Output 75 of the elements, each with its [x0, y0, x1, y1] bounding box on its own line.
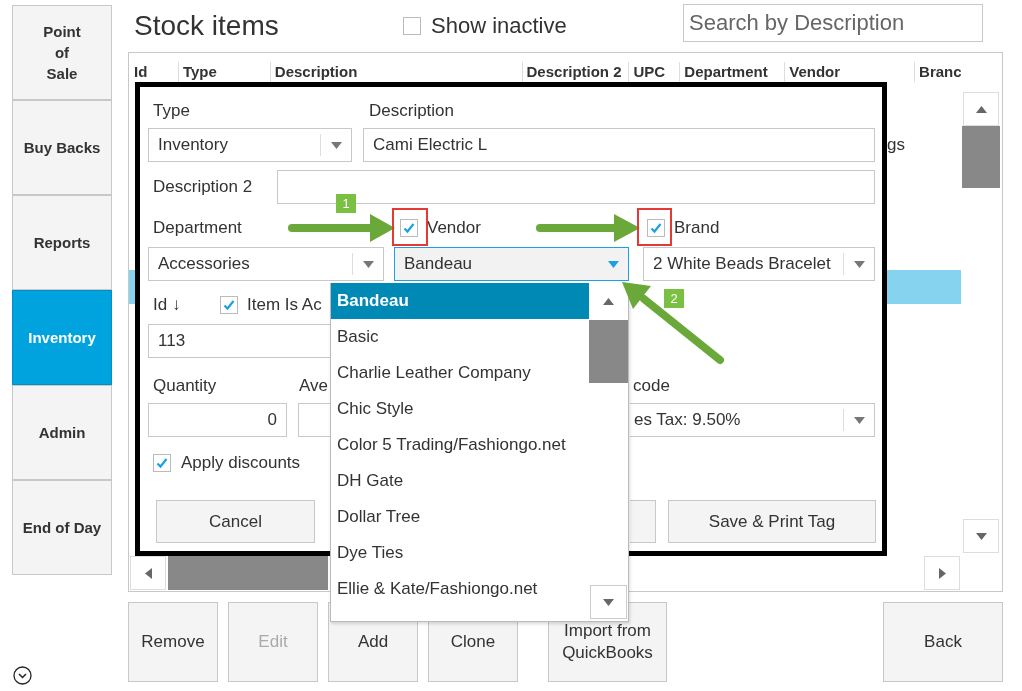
text-field[interactable]: 0 — [148, 403, 287, 437]
action-button[interactable]: Back — [883, 602, 1003, 682]
checkbox-label: Item Is Ac — [247, 295, 322, 315]
column-header[interactable]: Branc — [914, 62, 961, 82]
table-cell: gs — [887, 135, 905, 155]
scrollbar-thumb[interactable] — [589, 320, 628, 383]
save-print-button[interactable]: Save & Print Tag — [668, 500, 876, 543]
dropdown-option[interactable]: Dollar Tree — [331, 499, 589, 535]
dropdown-option[interactable]: Bandeau — [331, 283, 589, 319]
chevron-down-icon[interactable] — [13, 666, 32, 685]
field-label: Quantity — [152, 376, 218, 396]
scroll-down-button[interactable] — [963, 519, 999, 553]
field-label: Id ↓ — [152, 295, 182, 315]
field-label: Description — [368, 101, 455, 121]
step-badge: 2 — [664, 289, 684, 308]
dropdown-field[interactable]: 2 White Beads Bracelet — [643, 247, 875, 281]
nav-button[interactable]: Point of Sale — [12, 5, 112, 100]
caret-right-icon — [938, 567, 946, 579]
search-field[interactable]: Search by Description — [683, 4, 983, 42]
scroll-right-button[interactable] — [924, 556, 960, 590]
text-field[interactable]: 113 — [148, 324, 330, 358]
step-badge: 1 — [336, 194, 356, 213]
checkbox-label: Vendor — [427, 218, 481, 238]
text-field[interactable]: Cami Electric L — [363, 128, 875, 162]
cancel-button[interactable]: Cancel — [156, 500, 315, 543]
checkbox[interactable] — [153, 454, 171, 472]
checkbox-label: Apply discounts — [181, 453, 301, 473]
checkbox[interactable] — [647, 219, 665, 237]
caret-icon — [975, 105, 987, 113]
scroll-up-button[interactable] — [963, 92, 999, 126]
field-label: Ave — [298, 376, 329, 396]
caret-icon — [853, 416, 865, 424]
checkbox-label: Brand — [674, 218, 720, 238]
dropdown-option[interactable]: Color 5 Trading/Fashiongo.net — [331, 427, 589, 463]
text-field[interactable] — [298, 403, 330, 437]
highlight-box — [392, 208, 428, 246]
column-header[interactable]: Id — [130, 62, 178, 82]
checkbox[interactable] — [220, 296, 238, 314]
nav-button[interactable]: Reports — [12, 195, 112, 290]
checkbox[interactable] — [403, 17, 421, 35]
dropdown-field[interactable]: Bandeau — [394, 247, 629, 281]
checkbox[interactable] — [400, 219, 418, 237]
caret-left-icon — [144, 567, 152, 579]
scrollbar-thumb[interactable] — [168, 556, 328, 590]
action-button[interactable]: Remove — [128, 602, 218, 682]
nav-button[interactable]: End of Day — [12, 480, 112, 575]
dropdown-option[interactable]: Charlie Leather Company — [331, 355, 589, 391]
dropdown-field[interactable]: Accessories — [148, 247, 384, 281]
vendor-dropdown-menu[interactable]: Bandeau Basic Charlie Leather Company Chic Style Color 5 Trading/Fashiongo.net DH Gate Dollar Tree Dye Ties Ellie & Kate/Fashiongo.net — [330, 283, 629, 622]
field-label: code — [633, 376, 670, 396]
dropdown-option[interactable]: DH Gate — [331, 463, 589, 499]
field-label: Type — [152, 101, 191, 121]
checkbox-label: Show inactive — [431, 13, 568, 39]
caret-icon — [362, 260, 374, 268]
dropdown-field[interactable]: Inventory — [148, 128, 352, 162]
caret-icon — [607, 260, 619, 268]
scroll-left-button[interactable] — [130, 556, 166, 590]
field-label: Department — [152, 218, 242, 238]
nav-button[interactable]: Buy Backs — [12, 100, 112, 195]
page-title: Stock items — [134, 10, 280, 42]
dropdown-option[interactable]: Dye Ties — [331, 535, 589, 571]
caret-icon — [603, 598, 614, 606]
dropdown-option[interactable]: Basic — [331, 319, 589, 355]
highlight-box — [637, 208, 672, 246]
scrollbar-thumb[interactable] — [962, 126, 1000, 188]
partial-button[interactable] — [630, 500, 656, 543]
field-label: Description 2 — [152, 177, 254, 197]
scroll-down-button[interactable] — [590, 585, 627, 619]
dropdown-option[interactable]: Chic Style — [331, 391, 589, 427]
caret-icon — [330, 141, 342, 149]
caret-icon — [603, 298, 614, 305]
nav-button[interactable]: Admin — [12, 385, 112, 480]
caret-icon — [853, 260, 865, 268]
dropdown-field[interactable]: es Tax: 9.50% — [630, 403, 875, 437]
caret-icon — [975, 532, 987, 540]
